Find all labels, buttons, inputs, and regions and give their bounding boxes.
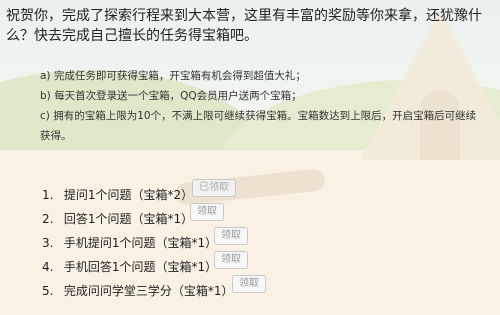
task-list: 1. 提问1个问题（宝箱*2） 已领取 2. 回答1个问题（宝箱*1） 领取 3… [42,179,266,306]
claim-button[interactable]: 领取 [214,251,248,269]
rules-list: a) 完成任务即可获得宝箱，开宝箱有机会得到超值大礼； b) 每天首次登录送一个… [40,66,485,146]
task-text: 完成问问学堂三学分（宝箱*1） [63,284,234,298]
task-text: 回答1个问题（宝箱*1） [63,212,194,226]
task-panel: 祝贺你，完成了探索行程来到大本营，这里有丰富的奖励等你来拿，还犹豫什么？快去完成… [0,0,500,315]
claimed-button[interactable]: 已领取 [192,179,236,197]
task-item: 5. 完成问问学堂三学分（宝箱*1） 领取 [42,275,266,306]
rule-b: b) 每天首次登录送一个宝箱，QQ会员用户送两个宝箱； [40,90,302,102]
task-text: 手机提问1个问题（宝箱*1） [63,236,218,250]
task-number: 2. [42,212,54,226]
task-text: 手机回答1个问题（宝箱*1） [63,260,218,274]
task-item: 2. 回答1个问题（宝箱*1） 领取 [42,203,233,234]
task-number: 3. [42,236,54,250]
intro-text: 祝贺你，完成了探索行程来到大本营，这里有丰富的奖励等你来拿，还犹豫什么？快去完成… [6,8,482,44]
claim-button[interactable]: 领取 [214,227,248,245]
task-text: 提问1个问题（宝箱*2） [63,188,194,202]
task-number: 4. [42,260,54,274]
rule-a: a) 完成任务即可获得宝箱，开宝箱有机会得到超值大礼； [40,70,306,82]
task-item: 4. 手机回答1个问题（宝箱*1） 领取 [42,251,248,282]
task-item: 3. 手机提问1个问题（宝箱*1） 领取 [42,227,248,258]
rule-c: c) 拥有的宝箱上限为10个，不满上限可继续获得宝箱。宝箱数达到上限后，开启宝箱… [40,110,477,142]
task-number: 1. [42,188,54,202]
claim-button[interactable]: 领取 [232,275,266,293]
claim-button[interactable]: 领取 [190,203,224,221]
task-number: 5. [42,284,54,298]
